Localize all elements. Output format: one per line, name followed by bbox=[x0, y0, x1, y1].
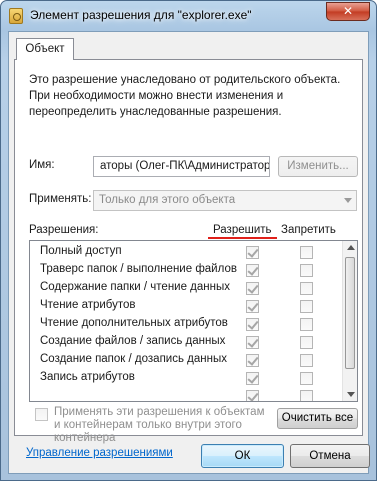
allow-checkbox[interactable] bbox=[246, 336, 259, 349]
manage-permissions-link[interactable]: Управление разрешениями bbox=[26, 447, 173, 459]
principal-name-field[interactable]: аторы (Олег-ПК\Администраторы) bbox=[93, 156, 270, 177]
permission-name: Содержание папки / чтение данных bbox=[40, 281, 231, 293]
info-line: Это разрешение унаследовано от родительс… bbox=[29, 74, 341, 86]
allow-column-header: Разрешить bbox=[208, 224, 277, 239]
deny-checkbox[interactable] bbox=[300, 264, 313, 277]
permission-row: Запись атрибутов bbox=[30, 369, 344, 387]
allow-checkbox[interactable] bbox=[246, 246, 259, 259]
dialog-window: Элемент разрешения для "explorer.exe" ✕ … bbox=[0, 0, 377, 481]
deny-checkbox[interactable] bbox=[300, 282, 313, 295]
info-line: При необходимости можно внести изменения… bbox=[29, 90, 284, 102]
permissions-label: Разрешения: bbox=[29, 224, 99, 236]
permission-name: Полный доступ bbox=[40, 245, 122, 257]
name-label: Имя: bbox=[29, 159, 55, 171]
apply-to-children-checkbox[interactable] bbox=[35, 408, 48, 421]
permissions-list[interactable]: Полный доступ Траверс папок / выполнение… bbox=[29, 240, 358, 402]
deny-checkbox[interactable] bbox=[300, 300, 313, 313]
deny-checkbox[interactable] bbox=[300, 318, 313, 331]
tab-object[interactable]: Объект bbox=[16, 38, 74, 60]
permission-row: Траверс папок / выполнение файлов bbox=[30, 261, 344, 279]
chevron-down-icon bbox=[344, 198, 352, 203]
ok-button[interactable]: ОК bbox=[201, 444, 284, 468]
allow-checkbox[interactable] bbox=[246, 390, 259, 401]
deny-column-header: Запретить bbox=[281, 224, 336, 236]
allow-checkbox[interactable] bbox=[246, 300, 259, 313]
scroll-up-arrow-icon[interactable] bbox=[347, 245, 355, 250]
lock-folder-icon bbox=[9, 8, 23, 24]
permission-name: Чтение дополнительных атрибутов bbox=[40, 317, 228, 329]
permission-row: Полный доступ bbox=[30, 243, 344, 261]
permission-name: Создание файлов / запись данных bbox=[40, 335, 226, 347]
tab-panel-object: Это разрешение унаследовано от родительс… bbox=[14, 59, 363, 444]
permission-name: Создание папок / дозапись данных bbox=[40, 353, 227, 365]
apply-to-dropdown[interactable]: Только для этого объекта bbox=[93, 190, 357, 211]
permission-name: Траверс папок / выполнение файлов bbox=[40, 263, 237, 275]
permissions-scrollbar[interactable] bbox=[342, 241, 357, 401]
allow-checkbox[interactable] bbox=[246, 264, 259, 277]
change-principal-button[interactable]: Изменить... bbox=[278, 156, 358, 177]
dialog-client-area: Объект Это разрешение унаследовано от ро… bbox=[8, 31, 369, 474]
clear-all-button[interactable]: Очистить все bbox=[277, 408, 358, 429]
cancel-button[interactable]: Отмена bbox=[290, 444, 370, 468]
scroll-thumb[interactable] bbox=[345, 257, 355, 369]
apply-to-label: Применять: bbox=[29, 193, 92, 205]
allow-checkbox[interactable] bbox=[246, 282, 259, 295]
window-title: Элемент разрешения для "explorer.exe" bbox=[30, 8, 252, 22]
permission-row bbox=[30, 387, 344, 401]
permission-row: Создание папок / дозапись данных bbox=[30, 351, 344, 369]
deny-checkbox[interactable] bbox=[300, 246, 313, 259]
title-bar[interactable]: Элемент разрешения для "explorer.exe" ✕ bbox=[1, 1, 376, 31]
permission-row: Чтение дополнительных атрибутов bbox=[30, 315, 344, 333]
scroll-down-arrow-icon[interactable] bbox=[347, 392, 355, 397]
deny-checkbox[interactable] bbox=[300, 336, 313, 349]
info-line: переопределить унаследованные разрешения… bbox=[29, 106, 282, 118]
close-button[interactable]: ✕ bbox=[326, 2, 370, 21]
allow-checkbox[interactable] bbox=[246, 354, 259, 367]
apply-to-children-label: Применять эти разрешения к объектам и ко… bbox=[54, 406, 265, 444]
allow-checkbox[interactable] bbox=[246, 372, 259, 385]
permission-name: Чтение атрибутов bbox=[40, 299, 136, 311]
inheritance-info: Это разрешение унаследовано от родительс… bbox=[29, 72, 359, 120]
permission-row: Содержание папки / чтение данных bbox=[30, 279, 344, 297]
permission-row: Создание файлов / запись данных bbox=[30, 333, 344, 351]
permission-name: Запись атрибутов bbox=[40, 371, 135, 383]
deny-checkbox[interactable] bbox=[300, 354, 313, 367]
deny-checkbox[interactable] bbox=[300, 372, 313, 385]
permission-row: Чтение атрибутов bbox=[30, 297, 344, 315]
allow-checkbox[interactable] bbox=[246, 318, 259, 331]
apply-to-value: Только для этого объекта bbox=[99, 194, 236, 206]
deny-checkbox[interactable] bbox=[300, 390, 313, 401]
